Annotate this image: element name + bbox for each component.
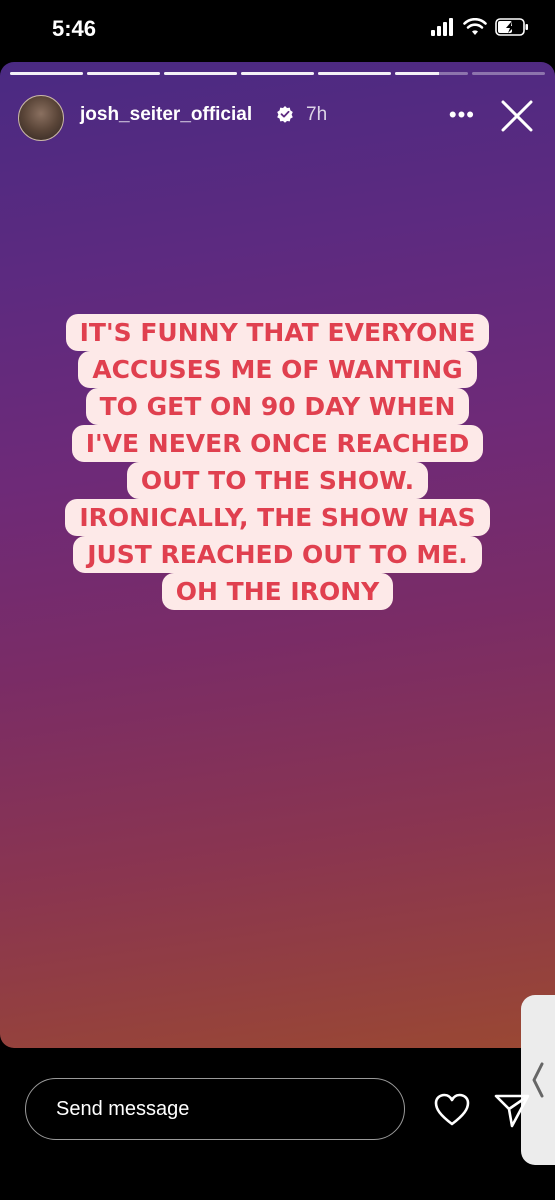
status-bar: 5:46 [0, 0, 555, 60]
wifi-icon [463, 18, 487, 35]
heart-icon[interactable] [432, 1090, 472, 1130]
progress-segment [395, 72, 468, 75]
signal-icon [431, 18, 453, 36]
caption-line: OH THE IRONY [161, 573, 394, 610]
story-caption: IT'S FUNNY THAT EVERYONE ACCUSES ME OF W… [0, 314, 555, 610]
progress-segment [241, 72, 314, 75]
status-icons [431, 18, 529, 36]
more-options-button[interactable]: ••• [449, 102, 475, 128]
story-card[interactable]: josh_seiter_official 7h ••• IT'S FUNNY T… [0, 62, 555, 1048]
status-time: 5:46 [52, 16, 97, 41]
battery-charging-icon [495, 18, 528, 36]
caption-line: IRONICALLY, THE SHOW HAS [65, 499, 490, 536]
side-pull-tab[interactable] [521, 995, 555, 1165]
caption-line: ACCUSES ME OF WANTING [78, 351, 477, 388]
story-header: josh_seiter_official 7h ••• [18, 92, 537, 142]
caption-line: JUST REACHED OUT TO ME. [73, 536, 482, 573]
caption-line: IT'S FUNNY THAT EVERYONE [65, 314, 490, 351]
caption-line: TO GET ON 90 DAY WHEN [85, 388, 470, 425]
avatar[interactable] [18, 95, 64, 141]
progress-segment [472, 72, 545, 75]
caption-line: I'VE NEVER ONCE REACHED [71, 425, 484, 462]
progress-segment [318, 72, 391, 75]
send-message-input[interactable]: Send message [25, 1078, 405, 1140]
story-timestamp: 7h [306, 104, 328, 125]
close-icon[interactable] [497, 96, 537, 136]
verified-badge-icon [277, 106, 293, 123]
chevron-left-icon [532, 1062, 544, 1098]
caption-line: OUT TO THE SHOW. [126, 462, 429, 499]
send-icon[interactable] [492, 1090, 532, 1130]
story-username[interactable]: josh_seiter_official [80, 104, 252, 126]
progress-segment [10, 72, 83, 75]
progress-segment [87, 72, 160, 75]
send-message-placeholder: Send message [56, 1098, 190, 1120]
progress-segment [164, 72, 237, 75]
story-progress-bar [10, 72, 545, 75]
